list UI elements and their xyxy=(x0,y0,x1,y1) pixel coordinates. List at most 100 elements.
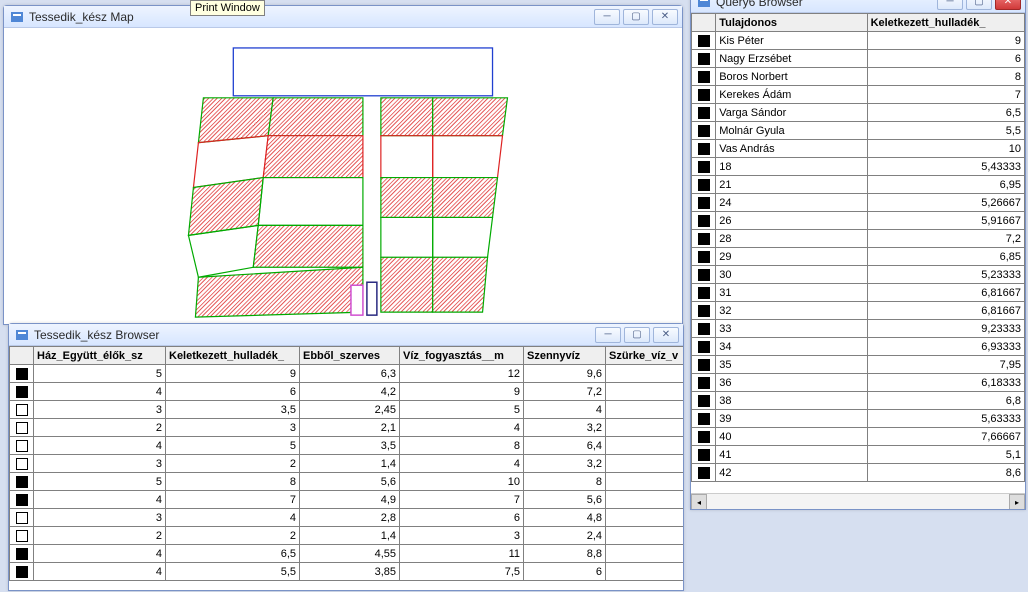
cell[interactable]: 6,81667 xyxy=(867,284,1024,302)
cell[interactable]: Kerekes Ádám xyxy=(716,86,867,104)
cell[interactable]: 3,2 xyxy=(524,455,606,473)
scroll-track[interactable] xyxy=(707,494,1009,509)
cell[interactable]: 26 xyxy=(716,212,867,230)
cell[interactable]: 35 xyxy=(716,356,867,374)
cell[interactable]: 7 xyxy=(166,491,300,509)
cell[interactable] xyxy=(606,419,684,437)
cell[interactable]: Nagy Erzsébet xyxy=(716,50,867,68)
table-row[interactable]: 474,975,6 xyxy=(10,491,684,509)
row-selector[interactable] xyxy=(698,251,710,263)
cell[interactable]: 7,5 xyxy=(400,563,524,581)
cell[interactable]: 7,66667 xyxy=(867,428,1024,446)
cell[interactable]: 2,4 xyxy=(524,527,606,545)
cell[interactable]: 6,3 xyxy=(300,365,400,383)
cell[interactable]: 31 xyxy=(716,284,867,302)
table-row[interactable]: 326,81667 xyxy=(692,302,1025,320)
cell[interactable]: 29 xyxy=(716,248,867,266)
cell[interactable]: 9,23333 xyxy=(867,320,1024,338)
cell[interactable] xyxy=(606,563,684,581)
table-row[interactable]: 316,81667 xyxy=(692,284,1025,302)
cell[interactable]: 8,8 xyxy=(524,545,606,563)
table-row[interactable]: 386,8 xyxy=(692,392,1025,410)
map-titlebar[interactable]: Tessedik_kész Map ─ ▢ ✕ xyxy=(4,6,682,28)
column-header[interactable]: Szennyvíz xyxy=(524,347,606,365)
table-row[interactable]: 415,1 xyxy=(692,446,1025,464)
cell[interactable]: 40 xyxy=(716,428,867,446)
cell[interactable]: 5,6 xyxy=(524,491,606,509)
maximize-button[interactable]: ▢ xyxy=(966,0,992,10)
cell[interactable] xyxy=(606,545,684,563)
cell[interactable]: 3 xyxy=(34,455,166,473)
cell[interactable]: 6,5 xyxy=(867,104,1024,122)
cell[interactable]: 5,6 xyxy=(300,473,400,491)
cell[interactable]: 1,4 xyxy=(300,455,400,473)
cell[interactable]: 6,18333 xyxy=(867,374,1024,392)
cell[interactable]: 12 xyxy=(400,365,524,383)
cell[interactable]: Kis Péter xyxy=(716,32,867,50)
cell[interactable]: 6 xyxy=(867,50,1024,68)
cell[interactable]: 24 xyxy=(716,194,867,212)
table-row[interactable]: Nagy Erzsébet6 xyxy=(692,50,1025,68)
cell[interactable]: 8 xyxy=(166,473,300,491)
cell[interactable]: 4 xyxy=(34,437,166,455)
table-row[interactable]: 45,53,857,56 xyxy=(10,563,684,581)
cell[interactable]: 18 xyxy=(716,158,867,176)
cell[interactable]: 4 xyxy=(34,383,166,401)
cell[interactable]: 5,5 xyxy=(166,563,300,581)
row-selector[interactable] xyxy=(698,35,710,47)
row-selector[interactable] xyxy=(698,359,710,371)
cell[interactable] xyxy=(606,491,684,509)
row-selector[interactable] xyxy=(698,431,710,443)
table-row[interactable]: 357,95 xyxy=(692,356,1025,374)
scroll-left-button[interactable]: ◂ xyxy=(691,494,707,509)
close-button[interactable]: ✕ xyxy=(995,0,1021,10)
row-selector[interactable] xyxy=(698,467,710,479)
cell[interactable]: 4 xyxy=(34,563,166,581)
table-row[interactable]: 339,23333 xyxy=(692,320,1025,338)
cell[interactable]: 8 xyxy=(400,437,524,455)
minimize-button[interactable]: ─ xyxy=(595,327,621,343)
cell[interactable]: 5,26667 xyxy=(867,194,1024,212)
cell[interactable]: 32 xyxy=(716,302,867,320)
row-selector[interactable] xyxy=(16,368,28,380)
cell[interactable]: Vas András xyxy=(716,140,867,158)
row-selector[interactable] xyxy=(698,413,710,425)
cell[interactable]: 4 xyxy=(166,509,300,527)
row-selector[interactable] xyxy=(698,89,710,101)
cell[interactable] xyxy=(606,509,684,527)
cell[interactable]: 9,6 xyxy=(524,365,606,383)
cell[interactable]: 28 xyxy=(716,230,867,248)
cell[interactable]: 3,5 xyxy=(166,401,300,419)
row-selector[interactable] xyxy=(698,71,710,83)
maximize-button[interactable]: ▢ xyxy=(623,9,649,25)
cell[interactable]: 5 xyxy=(34,473,166,491)
cell[interactable]: 7,2 xyxy=(524,383,606,401)
cell[interactable]: 9 xyxy=(867,32,1024,50)
cell[interactable]: 7 xyxy=(867,86,1024,104)
cell[interactable] xyxy=(606,473,684,491)
cell[interactable]: 8 xyxy=(524,473,606,491)
table-row[interactable]: 185,43333 xyxy=(692,158,1025,176)
cell[interactable] xyxy=(606,437,684,455)
map-canvas-area[interactable] xyxy=(4,28,682,324)
column-header[interactable]: Keletkezett_hulladék_ xyxy=(166,347,300,365)
table-row[interactable]: 346,93333 xyxy=(692,338,1025,356)
cell[interactable]: 3,2 xyxy=(524,419,606,437)
cell[interactable]: 4 xyxy=(34,491,166,509)
minimize-button[interactable]: ─ xyxy=(594,9,620,25)
table-row[interactable]: 342,864,8 xyxy=(10,509,684,527)
cell[interactable]: 4 xyxy=(524,401,606,419)
row-selector[interactable] xyxy=(698,197,710,209)
row-selector[interactable] xyxy=(698,287,710,299)
table-row[interactable]: 265,91667 xyxy=(692,212,1025,230)
scroll-right-button[interactable]: ▸ xyxy=(1009,494,1025,509)
cell[interactable]: 6,4 xyxy=(524,437,606,455)
browser-titlebar[interactable]: Tessedik_kész Browser ─ ▢ ✕ xyxy=(9,324,683,346)
cell[interactable]: 11 xyxy=(400,545,524,563)
cell[interactable]: 4,55 xyxy=(300,545,400,563)
cell[interactable] xyxy=(606,365,684,383)
table-row[interactable]: 464,297,2 xyxy=(10,383,684,401)
cell[interactable]: 9 xyxy=(166,365,300,383)
table-row[interactable]: 287,2 xyxy=(692,230,1025,248)
table-row[interactable]: Boros Norbert8 xyxy=(692,68,1025,86)
